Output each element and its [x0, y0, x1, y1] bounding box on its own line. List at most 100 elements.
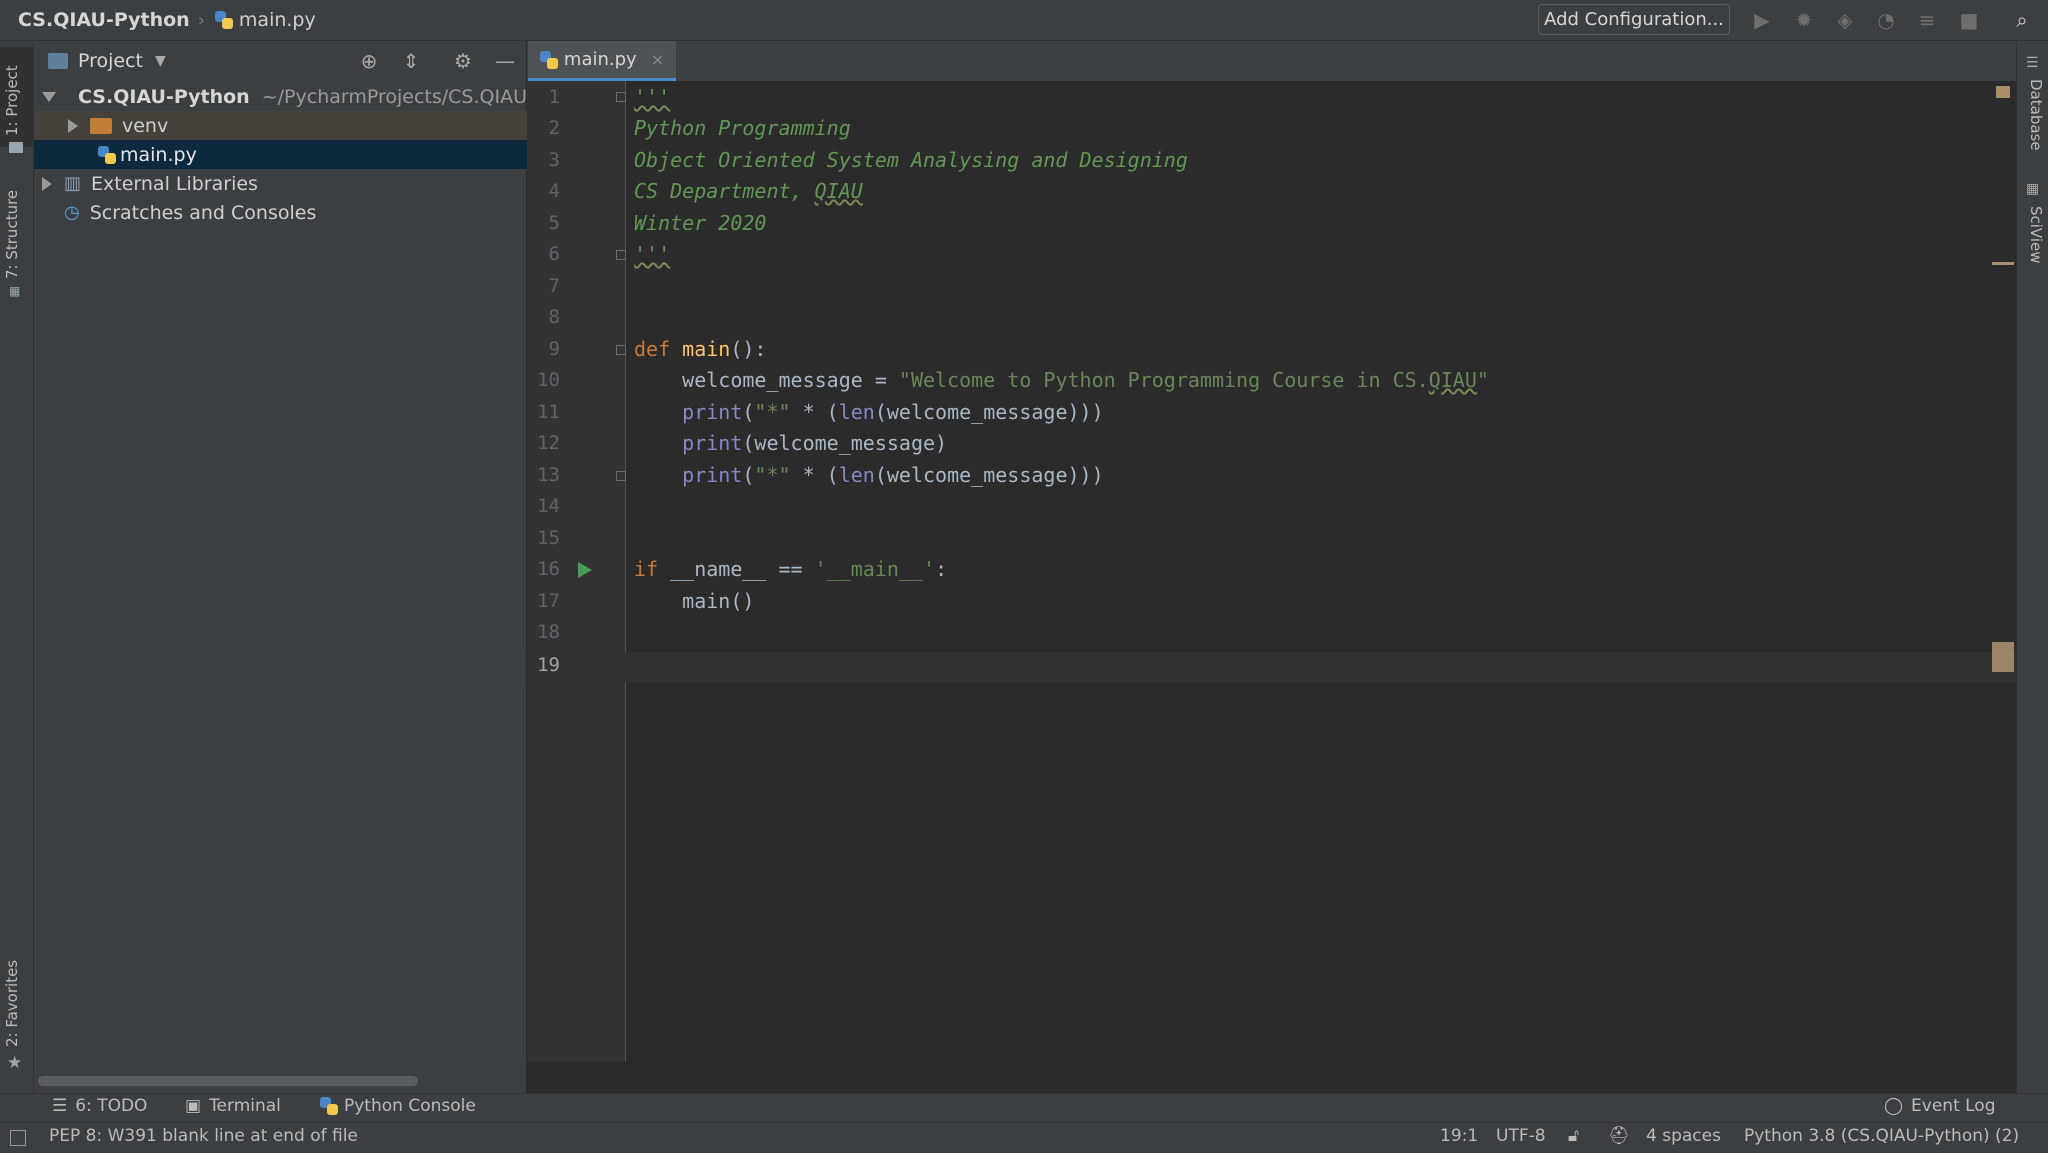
code-line-1: ''': [634, 82, 670, 113]
tab-favorites[interactable]: 2: Favorites: [3, 960, 21, 1047]
line-number: 2: [548, 117, 560, 139]
line-number: 8: [548, 306, 560, 328]
right-tool-strip: ☰ Database ▦ SciView: [2016, 41, 2048, 1093]
gear-icon[interactable]: ⚙: [451, 49, 475, 73]
expand-icon[interactable]: [42, 91, 56, 102]
python-console-button[interactable]: Python Console: [320, 1096, 476, 1116]
profile-icon[interactable]: ◔: [1874, 8, 1898, 32]
run-gutter-icon[interactable]: [578, 562, 592, 578]
breadcrumb-project[interactable]: CS.QIAU-Python: [18, 9, 190, 31]
inspector-icon[interactable]: ⛑︎: [1608, 1126, 1630, 1146]
line-number: 17: [537, 590, 560, 612]
lock-icon[interactable]: 🔓︎: [1568, 1126, 1579, 1146]
toggle-tool-windows-icon[interactable]: [10, 1130, 26, 1146]
tab-project[interactable]: 1: Project: [3, 65, 21, 136]
debug-icon[interactable]: ✹: [1792, 8, 1816, 32]
todo-button[interactable]: ☰ 6: TODO: [52, 1096, 147, 1116]
tree-item-label: External Libraries: [91, 172, 258, 195]
close-icon[interactable]: ×: [651, 50, 664, 69]
editor-tab-bar: [527, 41, 2016, 82]
terminal-icon: ▣: [185, 1096, 202, 1116]
horizontal-scrollbar[interactable]: [38, 1076, 418, 1086]
locate-icon[interactable]: ⊕: [357, 49, 381, 73]
concurrency-icon[interactable]: ≡: [1915, 8, 1939, 32]
code-token: print: [634, 463, 743, 487]
stop-icon[interactable]: ■: [1957, 8, 1981, 32]
editor-scrollbar-thumb[interactable]: [1992, 642, 2014, 672]
caret-position[interactable]: 19:1: [1440, 1126, 1478, 1146]
project-view-selector[interactable]: Project ▼: [48, 50, 166, 72]
collapse-all-icon[interactable]: ⇕: [399, 49, 423, 73]
code-token: ": [1476, 368, 1489, 392]
tree-root-name: CS.QIAU-Python: [78, 85, 250, 108]
project-tree: CS.QIAU-Python ~/PycharmProjects/CS.QIAU…: [34, 81, 590, 1093]
warning-marker[interactable]: [1992, 262, 2014, 265]
line-number: 18: [537, 621, 560, 643]
tree-item-label: venv: [122, 114, 169, 137]
code-token: welcome_message =: [634, 368, 899, 392]
breadcrumb-separator-icon: ›: [197, 9, 205, 31]
hide-icon[interactable]: —: [493, 49, 517, 73]
interpreter-selector[interactable]: Python 3.8 (CS.QIAU-Python) (2): [1744, 1126, 2019, 1146]
coverage-icon[interactable]: ◈: [1833, 8, 1857, 32]
code-line-2: Python Programming: [634, 116, 851, 140]
tree-root-path: ~/PycharmProjects/CS.QIAU-Python: [261, 85, 534, 108]
code-token: "*": [754, 463, 791, 487]
tree-item-label: Scratches and Consoles: [89, 201, 317, 224]
expand-icon[interactable]: [42, 176, 52, 191]
code-token: CS Department,: [634, 179, 815, 203]
status-message[interactable]: PEP 8: W391 blank line at end of file: [49, 1126, 358, 1146]
tree-item-root[interactable]: CS.QIAU-Python ~/PycharmProjects/CS.QIAU…: [34, 82, 534, 111]
expand-icon[interactable]: [68, 118, 78, 133]
add-configuration-button[interactable]: Add Configuration...: [1538, 4, 1730, 35]
code-token: if: [634, 557, 659, 581]
code-line-3: Object Oriented System Analysing and Des…: [634, 148, 1188, 172]
fold-icon[interactable]: [616, 92, 626, 102]
code-token: ():: [730, 337, 767, 361]
run-icon[interactable]: ▶: [1750, 8, 1774, 32]
tab-sciview[interactable]: SciView: [2027, 206, 2045, 264]
line-number: 5: [548, 212, 560, 234]
indent-setting[interactable]: 4 spaces: [1646, 1126, 1721, 1146]
tree-item-external-libraries[interactable]: ▥ External Libraries: [34, 169, 534, 198]
tree-item-scratches[interactable]: ◷ Scratches and Consoles: [34, 198, 556, 227]
terminal-button[interactable]: ▣ Terminal: [185, 1096, 281, 1116]
code-line-6: ''': [634, 239, 670, 270]
code-token: len: [838, 463, 875, 487]
code-line-12: print(welcome_message): [634, 428, 947, 459]
code-token: ''': [634, 242, 671, 266]
search-icon[interactable]: ⌕: [2010, 8, 2034, 32]
code-token: len: [838, 400, 875, 424]
tab-database[interactable]: Database: [2027, 79, 2045, 151]
line-number: 1: [548, 86, 560, 108]
fold-icon[interactable]: [616, 471, 626, 481]
breadcrumb-file[interactable]: main.py: [214, 9, 316, 31]
tab-structure[interactable]: 7: Structure: [3, 190, 21, 279]
fold-icon[interactable]: [616, 250, 626, 260]
event-log-button[interactable]: ◯ Event Log: [1884, 1096, 1996, 1116]
code-token: (: [742, 400, 755, 424]
code-line-10: welcome_message = "Welcome to Python Pro…: [634, 365, 1489, 396]
code-line-4: CS Department, QIAU: [634, 176, 863, 207]
chevron-down-icon: ▼: [155, 53, 166, 69]
warning-marker[interactable]: [1996, 86, 2010, 98]
code-token: (welcome_message): [742, 431, 948, 455]
tree-item-venv[interactable]: venv: [34, 111, 560, 140]
file-encoding[interactable]: UTF-8: [1496, 1126, 1546, 1146]
todo-label: 6: TODO: [75, 1096, 148, 1116]
project-icon: [48, 53, 68, 69]
line-number: 13: [537, 464, 560, 486]
breadcrumb-file-label: main.py: [238, 9, 316, 31]
tab-main-py[interactable]: main.py ×: [528, 41, 676, 81]
tree-item-main-py[interactable]: main.py: [34, 140, 590, 169]
left-tool-strip: 1: Project 7: Structure ▦ 2: Favorites ★: [0, 41, 34, 1093]
code-token: :: [935, 557, 948, 581]
code-token: main: [682, 337, 731, 361]
star-icon: ★: [7, 1053, 23, 1073]
python-file-icon: [214, 11, 233, 29]
fold-icon[interactable]: [616, 345, 626, 355]
code-line-13: print("*" * (len(welcome_message))): [634, 460, 1103, 491]
tab-label: main.py: [563, 49, 637, 70]
code-line-11: print("*" * (len(welcome_message))): [634, 397, 1103, 428]
python-console-label: Python Console: [344, 1096, 476, 1116]
